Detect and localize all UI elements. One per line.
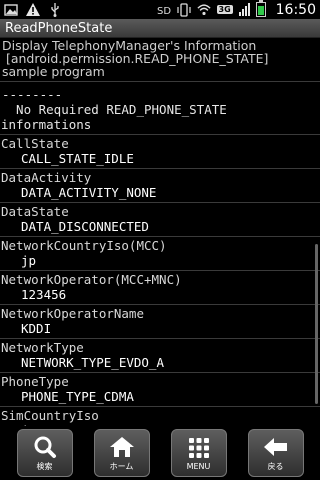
no-required-notice: No Required READ_PHONE_STATE information…: [1, 102, 227, 132]
menu-label: MENU: [186, 461, 211, 471]
battery-icon: [255, 0, 266, 17]
dashes-divider: --------: [2, 87, 63, 102]
grid-icon: [188, 437, 209, 458]
svg-text:SD: SD: [157, 6, 171, 16]
info-item-label: CallState: [1, 136, 69, 151]
home-icon: [109, 436, 134, 457]
info-item-value: KDDI: [21, 321, 52, 336]
notice-block: -------- No Required READ_PHONE_STATE in…: [0, 82, 320, 135]
info-item-label: SimCountryIso: [1, 408, 99, 423]
info-item: DataState DATA_DISCONNECTED: [0, 203, 320, 237]
info-scroll-view[interactable]: Display TelephonyManager's Information […: [0, 39, 320, 426]
signal-icon: [238, 3, 250, 16]
back-arrow-icon: [263, 437, 287, 456]
info-item: CallState CALL_STATE_IDLE: [0, 135, 320, 169]
info-list: CallState CALL_STATE_IDLE DataActivity DATA…: [0, 135, 320, 426]
info-item: SimCountryIsojp: [0, 407, 320, 426]
search-label: 検索: [36, 461, 53, 471]
system-icons: SD 3G 16:50: [157, 0, 316, 18]
info-item-label: NetworkCountryIso(MCC): [1, 238, 167, 253]
info-item-value: jp: [21, 253, 37, 268]
info-item-value: 123456: [21, 287, 67, 302]
info-item-value: NETWORK_TYPE_EVDO_A: [21, 355, 164, 370]
network-type-badge: 3G: [216, 5, 233, 14]
search-button[interactable]: 検索: [16, 429, 73, 477]
info-item-label: PhoneType: [1, 374, 69, 389]
info-item-label: DataActivity: [1, 170, 92, 185]
search-icon: [34, 436, 56, 458]
app-title-bar: ReadPhoneState: [0, 19, 320, 38]
back-button[interactable]: 戻る: [247, 429, 304, 477]
vibrate-icon: [176, 2, 191, 17]
sd-icon: SD: [157, 3, 171, 17]
warning-icon: [26, 3, 40, 17]
info-item: NetworkCountryIso(MCC) jp: [0, 237, 320, 271]
bottom-menu-bar: 検索 ホーム MENU 戻る: [0, 426, 320, 480]
info-item: NetworkType NETWORK_TYPE_EVDO_A: [0, 339, 320, 373]
info-item: DataActivity DATA_ACTIVITY_NONE: [0, 169, 320, 203]
info-item-label: NetworkOperator(MCC+MNC): [1, 272, 182, 287]
info-item-label: NetworkType: [1, 340, 84, 355]
status-bar: SD 3G 16:50: [0, 0, 320, 19]
wifi-icon: [196, 3, 211, 17]
clock: 16:50: [275, 1, 316, 18]
notification-icons: [4, 2, 62, 17]
info-item-value: DATA_ACTIVITY_NONE: [21, 185, 157, 200]
back-label: 戻る: [267, 461, 284, 471]
home-label: ホーム: [109, 461, 134, 471]
menu-button[interactable]: MENU: [170, 429, 227, 477]
info-item: NetworkOperatorName KDDI: [0, 305, 320, 339]
info-item-value: PHONE_TYPE_CDMA: [21, 389, 134, 404]
info-item-value: DATA_DISCONNECTED: [21, 219, 149, 234]
info-item: NetworkOperator(MCC+MNC) 123456: [0, 271, 320, 305]
home-button[interactable]: ホーム: [93, 429, 150, 477]
usb-icon: [48, 2, 62, 17]
info-item-value: CALL_STATE_IDLE: [21, 151, 134, 166]
scrollbar[interactable]: [315, 244, 318, 404]
info-item-label: DataState: [1, 204, 69, 219]
app-title: ReadPhoneState: [5, 20, 113, 36]
info-item-label: NetworkOperatorName: [1, 306, 144, 321]
intro-line: sample program: [2, 64, 105, 79]
intro-block: Display TelephonyManager's Information […: [0, 39, 320, 82]
image-icon: [4, 3, 18, 17]
info-item: PhoneType PHONE_TYPE_CDMA: [0, 373, 320, 407]
